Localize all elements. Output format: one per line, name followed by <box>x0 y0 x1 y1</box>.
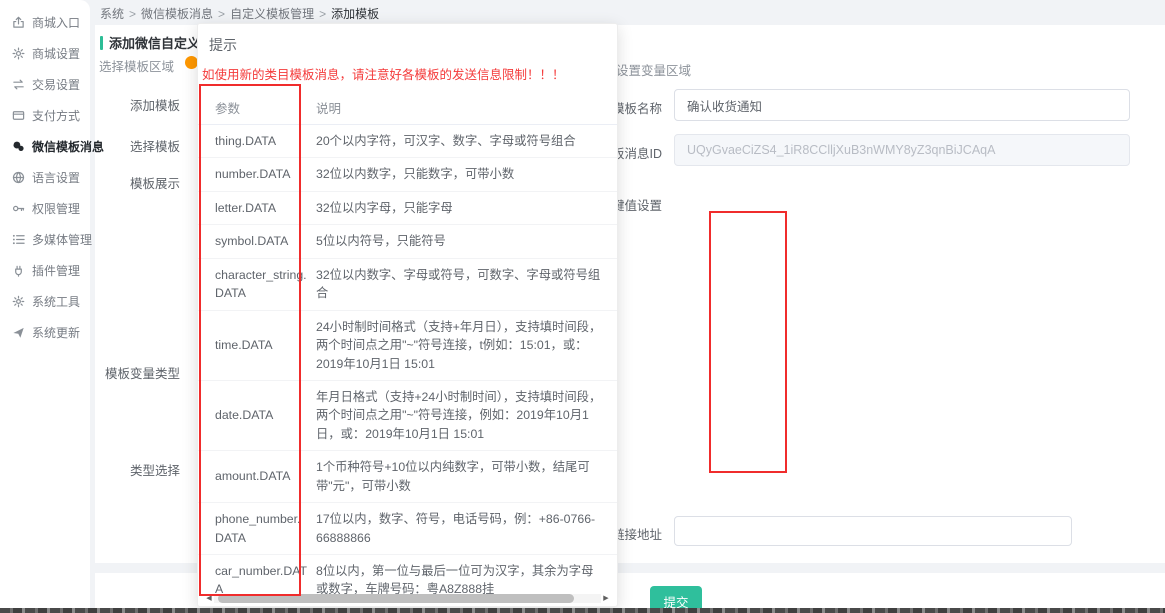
sidebar-item-label: 权限管理 <box>32 200 80 217</box>
sidebar-item-label: 语言设置 <box>32 169 80 186</box>
template-name-input[interactable] <box>674 89 1130 121</box>
sidebar-item-label: 插件管理 <box>32 262 80 279</box>
plugins-icon <box>11 264 25 278</box>
breadcrumb: 系统 > 微信模板消息 > 自定义模板管理 > 添加模板 <box>100 5 379 22</box>
param-name: date.DATA <box>215 406 316 424</box>
form-label-select-template: 选择模板 <box>108 136 180 155</box>
param-row: character_string.DATA 32位以内数字、字母或符号，可数字、… <box>198 259 617 311</box>
form-label-type-select: 类型选择 <box>108 460 180 479</box>
mall-entrance-icon <box>11 16 25 30</box>
breadcrumb-item[interactable]: 微信模板消息 <box>141 7 213 21</box>
sidebar-item-label: 系统工具 <box>32 293 80 310</box>
scrollbar-thumb[interactable] <box>218 594 574 603</box>
jump-link-input[interactable] <box>674 516 1072 546</box>
param-row: letter.DATA 32位以内字母，只能字母 <box>198 192 617 225</box>
hint-modal: 提示 如使用新的类目模板消息，请注意好各模板的发送信息限制！！！ 参数 说明 t… <box>197 23 618 607</box>
param-name: character_string.DATA <box>215 266 316 303</box>
sidebar-item-multimedia[interactable]: 多媒体管理 <box>0 224 90 255</box>
sidebar-item-mall-entrance[interactable]: 商城入口 <box>0 7 90 38</box>
param-row: symbol.DATA 5位以内符号，只能符号 <box>198 225 617 258</box>
title-accent-bar <box>100 36 103 50</box>
breadcrumb-item[interactable]: 系统 <box>100 7 124 21</box>
scroll-right-arrow-icon[interactable]: ▶ <box>601 594 611 602</box>
modal-title: 提示 <box>209 35 603 55</box>
system-update-plane-icon <box>11 326 25 340</box>
param-name: time.DATA <box>215 336 316 354</box>
param-header: 参数 <box>215 98 316 117</box>
sidebar-item-label: 多媒体管理 <box>32 231 92 248</box>
sidebar: 商城入口 商城设置 交易设置 支付方式 微信模板消息 语言设置 权限管理 多媒 <box>0 0 90 613</box>
language-settings-icon <box>11 171 25 185</box>
sidebar-item-trade-settings[interactable]: 交易设置 <box>0 69 90 100</box>
sidebar-item-mall-settings[interactable]: 商城设置 <box>0 38 90 69</box>
param-name: phone_number.DATA <box>215 510 316 547</box>
mall-settings-icon <box>11 47 25 61</box>
sidebar-item-system-tools[interactable]: 系统工具 <box>0 286 90 317</box>
sidebar-item-label: 商城设置 <box>32 45 80 62</box>
sidebar-item-plugins[interactable]: 插件管理 <box>0 255 90 286</box>
param-name: thing.DATA <box>215 132 316 150</box>
param-name: symbol.DATA <box>215 232 316 250</box>
breadcrumb-item[interactable]: 自定义模板管理 <box>230 7 314 21</box>
scroll-left-arrow-icon[interactable]: ◀ <box>204 594 214 602</box>
sidebar-item-wechat-template-message[interactable]: 微信模板消息 <box>0 131 90 162</box>
param-name: number.DATA <box>215 165 316 183</box>
form-label-template-preview: 模板展示 <box>108 173 180 192</box>
param-desc: 24小时制时间格式（支持+年月日），支持填时间段，两个时间点之用"~"符号连接，… <box>316 318 603 373</box>
param-desc: 20个以内字符，可汉字、数字、字母或符号组合 <box>316 132 603 150</box>
desc-header: 说明 <box>316 98 603 117</box>
param-desc: 1个币种符号+10位以内纯数字，可带小数，结尾可带"元"，可带小数 <box>316 458 603 495</box>
sidebar-item-language-settings[interactable]: 语言设置 <box>0 162 90 193</box>
param-desc: 17位以内，数字、符号，电话号码，例：+86-0766-66888866 <box>316 510 603 547</box>
modal-warning-text: 如使用新的类目模板消息，请注意好各模板的发送信息限制！！！ <box>202 64 603 83</box>
sidebar-item-label: 商城入口 <box>32 14 80 31</box>
param-name: amount.DATA <box>215 467 316 485</box>
bottom-clipped-content-strip <box>0 608 1165 613</box>
modal-horizontal-scrollbar[interactable]: ◀ ▶ <box>204 593 611 603</box>
sidebar-item-payment-methods[interactable]: 支付方式 <box>0 100 90 131</box>
sidebar-item-label: 微信模板消息 <box>32 138 104 155</box>
payment-methods-icon <box>11 109 25 123</box>
param-name: letter.DATA <box>215 199 316 217</box>
app-root: 商城入口 商城设置 交易设置 支付方式 微信模板消息 语言设置 权限管理 多媒 <box>0 0 1165 613</box>
breadcrumb-separator: > <box>218 7 225 21</box>
param-row: phone_number.DATA 17位以内，数字、符号，电话号码，例：+86… <box>198 503 617 555</box>
section-label-template-area: 选择模板区域 <box>99 56 174 75</box>
param-row: amount.DATA 1个币种符号+10位以内纯数字，可带小数，结尾可带"元"… <box>198 451 617 503</box>
sidebar-item-label: 支付方式 <box>32 107 80 124</box>
param-table: 参数 说明 thing.DATA 20个以内字符，可汉字、数字、字母或符号组合 … <box>198 93 617 607</box>
permissions-key-icon <box>11 202 25 216</box>
sidebar-item-system-update[interactable]: 系统更新 <box>0 317 90 348</box>
scrollbar-track[interactable] <box>214 594 601 603</box>
trade-settings-icon <box>11 78 25 92</box>
param-row: date.DATA 年月日格式（支持+24小时制时间），支持填时间段，两个时间点… <box>198 381 617 451</box>
form-label-add-template: 添加模板 <box>108 95 180 114</box>
system-tools-gear-icon <box>11 295 25 309</box>
param-desc: 年月日格式（支持+24小时制时间），支持填时间段，两个时间点之用"~"符号连接，… <box>316 388 603 443</box>
param-row: thing.DATA 20个以内字符，可汉字、数字、字母或符号组合 <box>198 125 617 158</box>
param-desc: 32位以内数字，只能数字，可带小数 <box>316 165 603 183</box>
param-desc: 32位以内字母，只能字母 <box>316 199 603 217</box>
form-label-template-variable-type: 模板变量类型 <box>84 363 180 382</box>
param-row: time.DATA 24小时制时间格式（支持+年月日），支持填时间段，两个时间点… <box>198 311 617 381</box>
param-desc: 32位以内数字、字母或符号，可数字、字母或符号组合 <box>316 266 603 303</box>
breadcrumb-separator: > <box>319 7 326 21</box>
sidebar-item-label: 系统更新 <box>32 324 80 341</box>
wechat-template-icon <box>11 140 25 154</box>
sidebar-item-permissions[interactable]: 权限管理 <box>0 193 90 224</box>
param-table-header: 参数 说明 <box>198 93 617 125</box>
breadcrumb-separator: > <box>129 7 136 21</box>
section-label-variable-area: 设置变量区域 <box>616 60 691 79</box>
param-row: number.DATA 32位以内数字，只能数字，可带小数 <box>198 158 617 191</box>
param-table-rows: thing.DATA 20个以内字符，可汉字、数字、字母或符号组合 number… <box>198 125 617 607</box>
breadcrumb-item-current: 添加模板 <box>331 7 379 21</box>
param-desc: 5位以内符号，只能符号 <box>316 232 603 250</box>
template-message-id-input <box>674 134 1130 166</box>
multimedia-list-icon <box>11 233 25 247</box>
sidebar-item-label: 交易设置 <box>32 76 80 93</box>
